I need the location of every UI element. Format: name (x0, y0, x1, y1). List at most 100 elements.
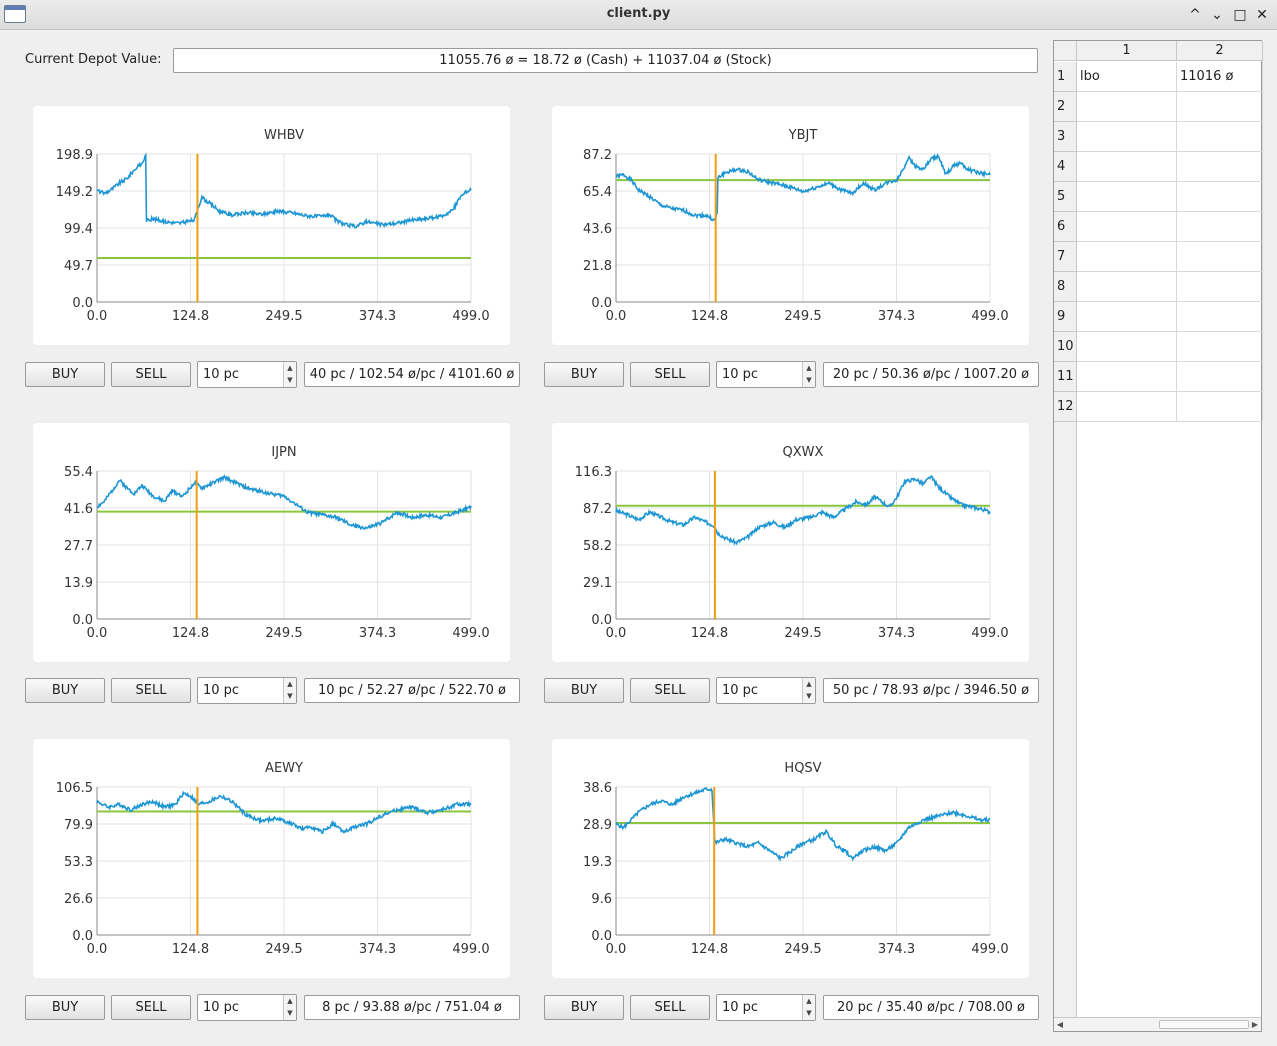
row-header-10[interactable]: 10 (1054, 332, 1077, 362)
buy-button[interactable]: BUY (544, 362, 624, 387)
price-chart-svg: IJPN 0.00.0 124.8 13.9 249.5 27.7 374.3 41.6 499… (64, 445, 490, 641)
increment-icon[interactable]: ▲ (284, 362, 296, 374)
table-cell[interactable] (1177, 212, 1263, 242)
buy-button[interactable]: BUY (544, 678, 624, 703)
column-header-1[interactable]: 1 (1077, 41, 1177, 61)
table-cell[interactable] (1077, 272, 1177, 302)
table-cell[interactable] (1077, 362, 1177, 392)
quantity-value[interactable]: 10 pc (722, 367, 758, 382)
decrement-icon[interactable]: ▼ (284, 1007, 296, 1019)
quantity-spinbox[interactable]: 10 pc ▲ ▼ (197, 361, 297, 388)
spin-arrows[interactable]: ▲ ▼ (283, 678, 296, 703)
decrement-icon[interactable]: ▼ (803, 374, 815, 386)
table-cell[interactable] (1077, 92, 1177, 122)
decrement-icon[interactable]: ▼ (803, 1007, 815, 1019)
increment-icon[interactable]: ▲ (803, 362, 815, 374)
minimize-up-icon[interactable]: ^ (1185, 5, 1205, 25)
row-header-2[interactable]: 2 (1054, 92, 1077, 122)
position-summary-field[interactable]: 8 pc / 93.88 ø/pc / 751.04 ø (304, 995, 520, 1020)
spin-arrows[interactable]: ▲ ▼ (802, 362, 815, 387)
table-cell[interactable] (1177, 332, 1263, 362)
row-header-3[interactable]: 3 (1054, 122, 1077, 152)
scrollbar-thumb[interactable] (1159, 1020, 1249, 1029)
position-summary-field[interactable]: 20 pc / 35.40 ø/pc / 708.00 ø (823, 995, 1039, 1020)
table-cell[interactable] (1077, 332, 1177, 362)
table-cell[interactable] (1177, 242, 1263, 272)
quantity-spinbox[interactable]: 10 pc ▲ ▼ (716, 361, 816, 388)
y-tick-label: 0.0 (591, 929, 612, 944)
table-corner[interactable] (1054, 41, 1077, 61)
quantity-value[interactable]: 10 pc (203, 1000, 239, 1015)
quantity-spinbox[interactable]: 10 pc ▲ ▼ (197, 994, 297, 1021)
table-cell[interactable] (1077, 392, 1177, 422)
sell-button[interactable]: SELL (111, 678, 191, 703)
increment-icon[interactable]: ▲ (803, 678, 815, 690)
sell-button[interactable]: SELL (630, 362, 710, 387)
row-header-12[interactable]: 12 (1054, 392, 1077, 422)
table-cell[interactable] (1177, 182, 1263, 212)
row-header-5[interactable]: 5 (1054, 182, 1077, 212)
table-cell[interactable] (1077, 242, 1177, 272)
table-cell[interactable] (1177, 152, 1263, 182)
depot-value-field[interactable]: 11055.76 ø = 18.72 ø (Cash) + 11037.04 ø… (173, 48, 1038, 73)
decrement-icon[interactable]: ▼ (284, 690, 296, 702)
close-button[interactable]: ✕ (1252, 5, 1272, 25)
sell-button[interactable]: SELL (630, 995, 710, 1020)
row-header-7[interactable]: 7 (1054, 242, 1077, 272)
spin-arrows[interactable]: ▲ ▼ (802, 995, 815, 1020)
buy-button[interactable]: BUY (544, 995, 624, 1020)
quantity-value[interactable]: 10 pc (722, 1000, 758, 1015)
buy-button[interactable]: BUY (25, 678, 105, 703)
position-summary-field[interactable]: 10 pc / 52.27 ø/pc / 522.70 ø (304, 678, 520, 703)
column-header-2[interactable]: 2 (1177, 41, 1263, 61)
quantity-spinbox[interactable]: 10 pc ▲ ▼ (197, 677, 297, 704)
quantity-value[interactable]: 10 pc (722, 683, 758, 698)
buy-button[interactable]: BUY (25, 995, 105, 1020)
spin-arrows[interactable]: ▲ ▼ (283, 362, 296, 387)
horizontal-scrollbar[interactable]: ◀ ▶ (1054, 1017, 1261, 1031)
table-cell[interactable]: 11016 ø (1177, 62, 1263, 92)
row-header-4[interactable]: 4 (1054, 152, 1077, 182)
quantity-spinbox[interactable]: 10 pc ▲ ▼ (716, 677, 816, 704)
chart-title: IJPN (271, 445, 296, 460)
y-tick-label: 149.2 (56, 185, 93, 200)
decrement-icon[interactable]: ▼ (284, 374, 296, 386)
increment-icon[interactable]: ▲ (284, 678, 296, 690)
table-cell[interactable] (1177, 302, 1263, 332)
maximize-button[interactable]: □ (1230, 5, 1250, 25)
sell-button[interactable]: SELL (111, 995, 191, 1020)
scroll-left-icon[interactable]: ◀ (1054, 1018, 1066, 1031)
table-cell[interactable] (1077, 152, 1177, 182)
position-summary-field[interactable]: 40 pc / 102.54 ø/pc / 4101.60 ø (304, 362, 520, 387)
position-summary-field[interactable]: 50 pc / 78.93 ø/pc / 3946.50 ø (823, 678, 1039, 703)
table-cell[interactable] (1077, 212, 1177, 242)
buy-button[interactable]: BUY (25, 362, 105, 387)
increment-icon[interactable]: ▲ (284, 995, 296, 1007)
row-header-6[interactable]: 6 (1054, 212, 1077, 242)
quantity-value[interactable]: 10 pc (203, 367, 239, 382)
row-header-1[interactable]: 1 (1054, 62, 1077, 92)
quantity-spinbox[interactable]: 10 pc ▲ ▼ (716, 994, 816, 1021)
sell-button[interactable]: SELL (630, 678, 710, 703)
spin-arrows[interactable]: ▲ ▼ (802, 678, 815, 703)
table-cell[interactable] (1077, 182, 1177, 212)
decrement-icon[interactable]: ▼ (803, 690, 815, 702)
position-summary-field[interactable]: 20 pc / 50.36 ø/pc / 1007.20 ø (823, 362, 1039, 387)
scroll-right-icon[interactable]: ▶ (1249, 1018, 1261, 1031)
table-cell[interactable] (1177, 392, 1263, 422)
sell-button[interactable]: SELL (111, 362, 191, 387)
table-cell[interactable] (1177, 362, 1263, 392)
table-cell[interactable] (1177, 92, 1263, 122)
spin-arrows[interactable]: ▲ ▼ (283, 995, 296, 1020)
table-cell[interactable] (1077, 122, 1177, 152)
table-cell[interactable]: lbo (1077, 62, 1177, 92)
row-header-8[interactable]: 8 (1054, 272, 1077, 302)
quantity-value[interactable]: 10 pc (203, 683, 239, 698)
row-header-11[interactable]: 11 (1054, 362, 1077, 392)
table-cell[interactable] (1177, 272, 1263, 302)
table-cell[interactable] (1177, 122, 1263, 152)
increment-icon[interactable]: ▲ (803, 995, 815, 1007)
minimize-button[interactable]: ⌄ (1207, 5, 1227, 25)
row-header-9[interactable]: 9 (1054, 302, 1077, 332)
table-cell[interactable] (1077, 302, 1177, 332)
